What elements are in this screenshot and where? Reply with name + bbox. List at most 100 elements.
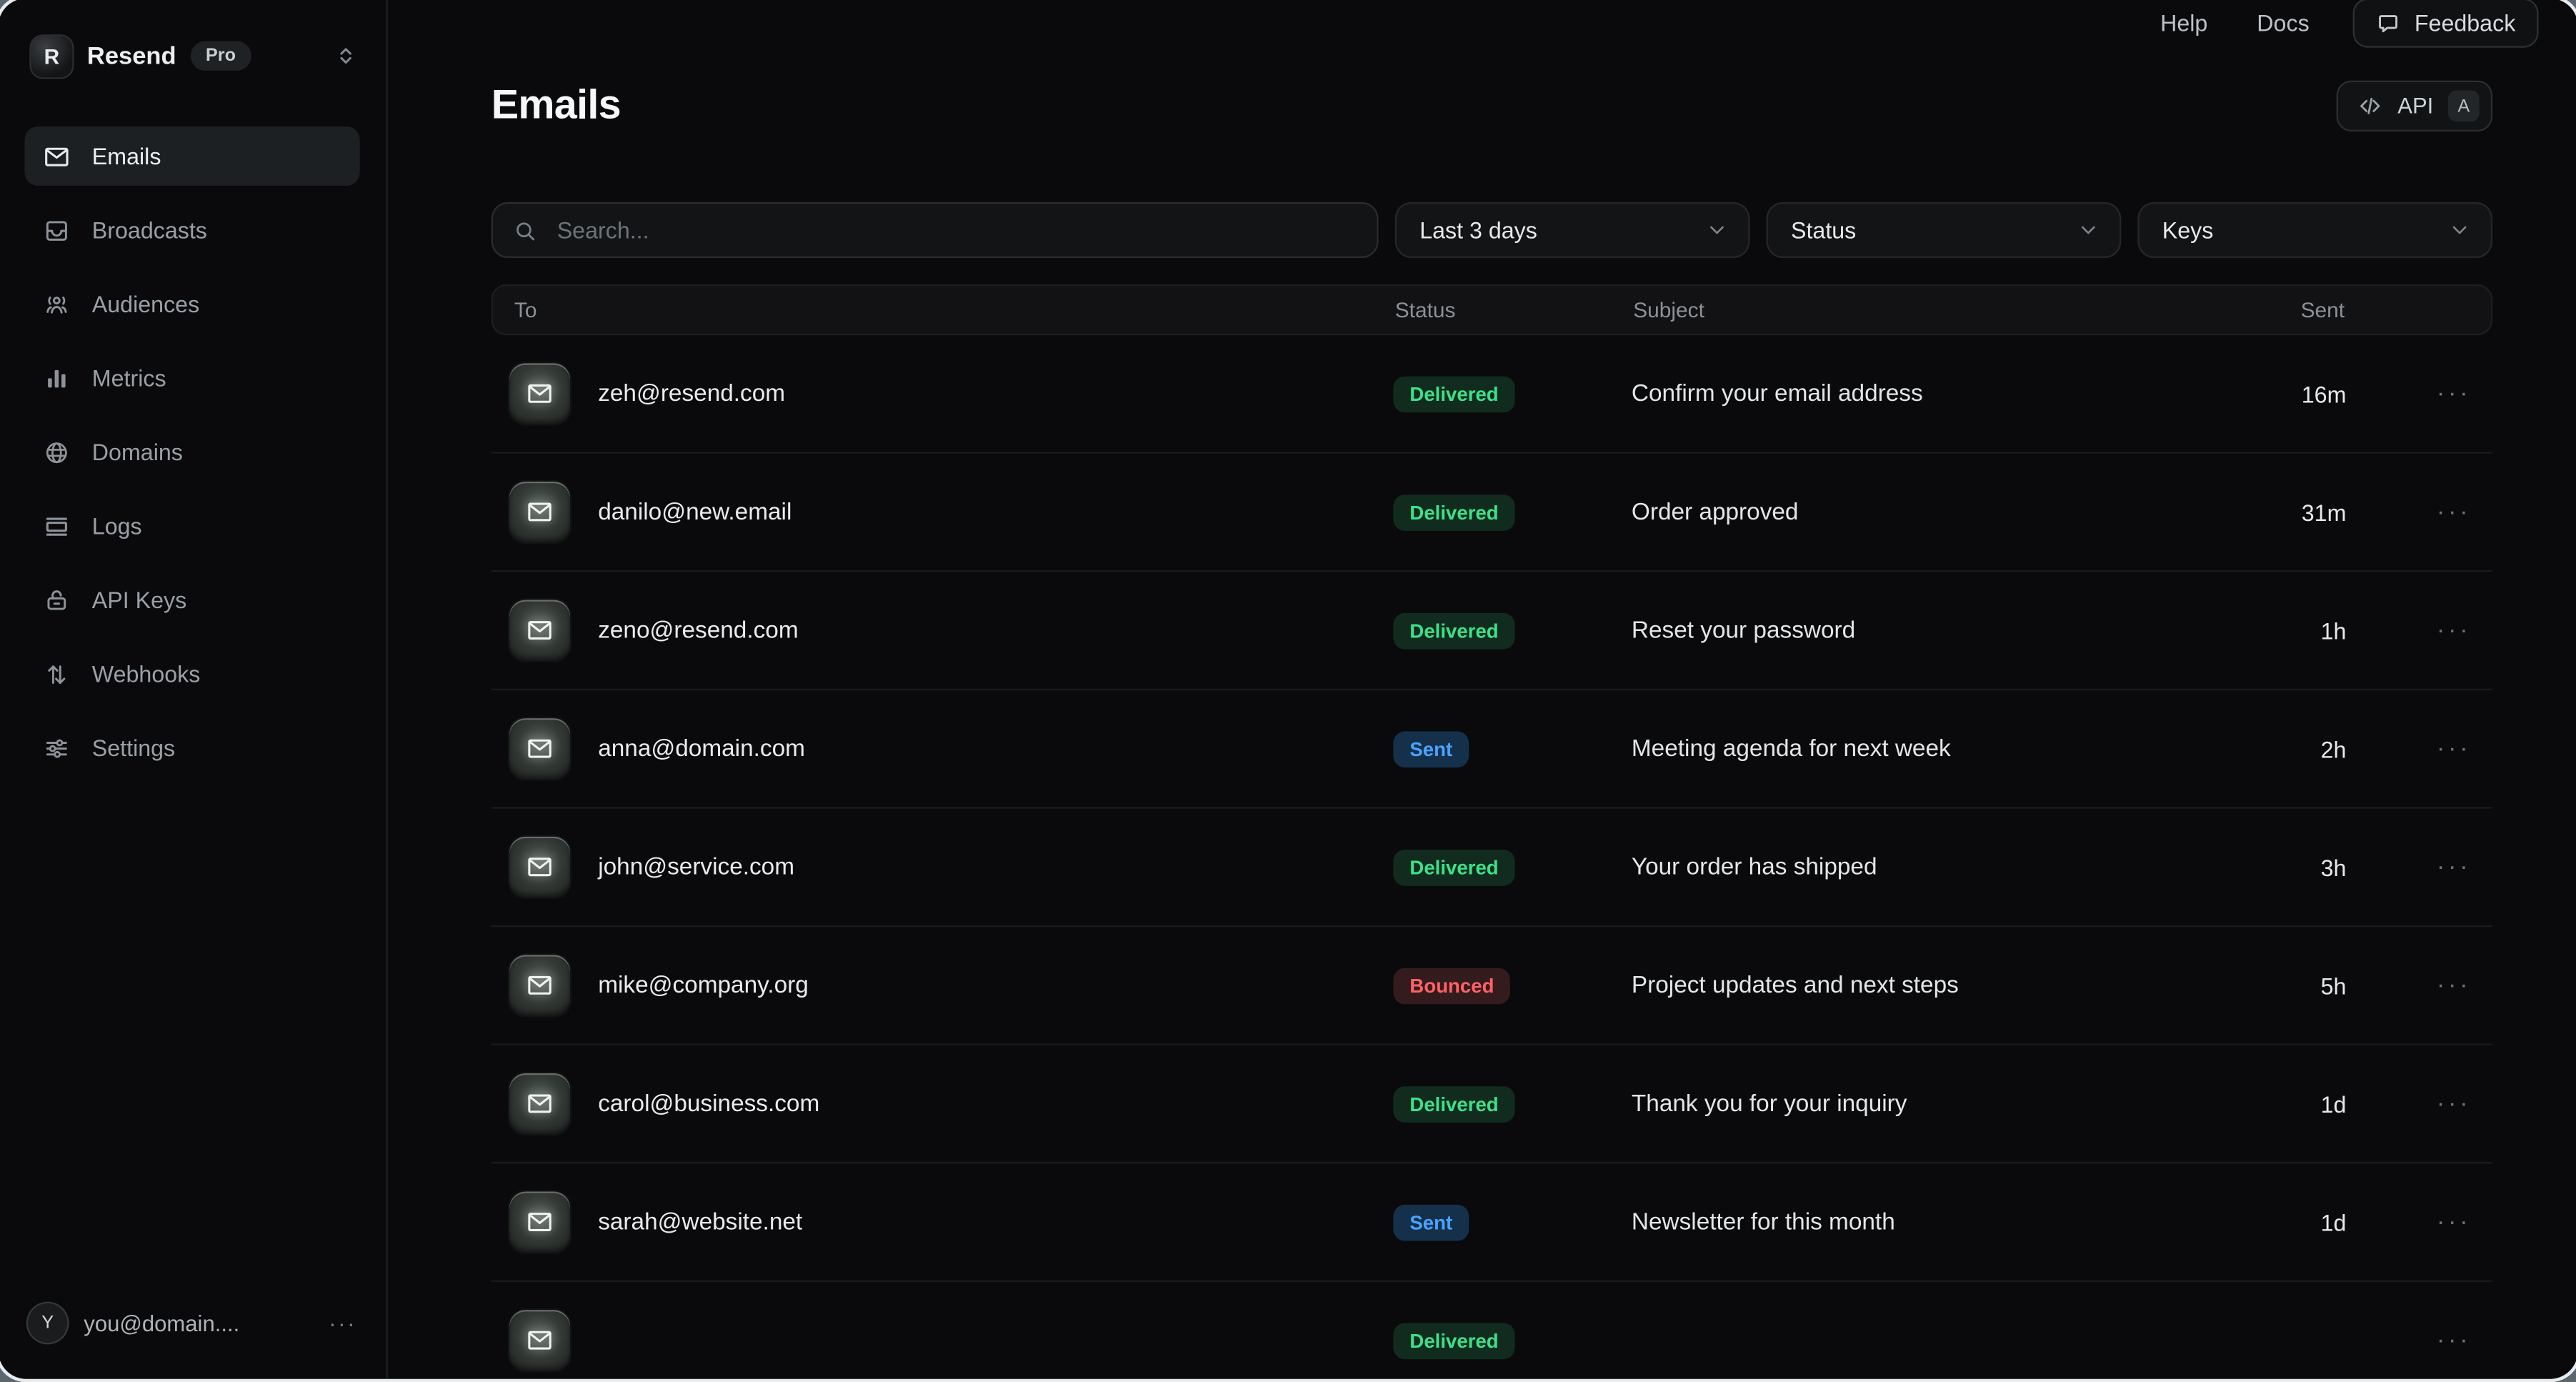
title-row: Emails API A: [491, 81, 2492, 131]
sidebar-item-api-keys[interactable]: API Keys: [25, 570, 360, 630]
email-subject: Your order has shipped: [1632, 854, 2215, 880]
table-row[interactable]: john@service.com Delivered Your order ha…: [491, 807, 2492, 925]
table-row[interactable]: danilo@new.email Delivered Order approve…: [491, 452, 2492, 571]
sidebar-item-label: Domains: [92, 439, 183, 465]
status-badge: Sent: [1393, 1204, 1469, 1241]
row-menu-button[interactable]: ···: [2346, 1090, 2492, 1118]
workspace-switcher[interactable]: R Resend Pro: [25, 31, 360, 81]
feedback-button[interactable]: Feedback: [2352, 0, 2538, 48]
row-menu-button[interactable]: ···: [2346, 617, 2492, 645]
content: Emails API A Last 3 day: [388, 48, 2576, 1382]
feedback-label: Feedback: [2415, 10, 2515, 36]
recipient-email: mike@company.org: [598, 972, 809, 998]
sidebar-item-label: API Keys: [92, 587, 186, 613]
status-badge: Delivered: [1393, 494, 1514, 530]
keys-filter-value: Keys: [2162, 217, 2214, 244]
sidebar-item-settings[interactable]: Settings: [25, 718, 360, 777]
sidebar-item-label: Settings: [92, 735, 175, 761]
screenshot-stage: R Resend Pro Emails Broadcasts Audiences…: [0, 0, 2576, 1377]
app-window: R Resend Pro Emails Broadcasts Audiences…: [0, 0, 2576, 1382]
sidebar-item-emails[interactable]: Emails: [25, 126, 360, 186]
email-icon: [509, 482, 570, 542]
status-badge: Sent: [1393, 730, 1469, 767]
table-row[interactable]: mike@company.org Bounced Project updates…: [491, 925, 2492, 1044]
ellipsis-icon[interactable]: ···: [329, 1310, 356, 1336]
sidebar-item-logs[interactable]: Logs: [25, 497, 360, 556]
row-menu-button[interactable]: ···: [2346, 735, 2492, 762]
sent-time: 31m: [2215, 499, 2346, 525]
sent-time: 2h: [2215, 735, 2346, 762]
row-menu-button[interactable]: ···: [2346, 853, 2492, 881]
emails-icon: [43, 142, 71, 170]
workspace-name: Resend: [87, 42, 176, 70]
column-header-sent: Sent: [2213, 297, 2345, 322]
column-header-status: Status: [1395, 297, 1634, 322]
sidebar-item-metrics[interactable]: Metrics: [25, 349, 360, 408]
shortcut-key-badge: A: [2448, 91, 2480, 122]
recipient-email: sarah@website.net: [598, 1209, 802, 1236]
search-box[interactable]: [491, 202, 1379, 258]
code-icon: [2358, 94, 2383, 119]
search-icon: [513, 218, 538, 243]
audiences-icon: [43, 290, 71, 318]
table-row[interactable]: anna@domain.com Sent Meeting agenda for …: [491, 689, 2492, 807]
help-link[interactable]: Help: [2160, 10, 2207, 36]
sidebar-item-label: Emails: [92, 143, 161, 169]
sent-time: 16m: [2215, 380, 2346, 407]
sidebar-item-label: Webhooks: [92, 661, 201, 687]
sidebar-item-webhooks[interactable]: Webhooks: [25, 645, 360, 704]
plan-badge: Pro: [191, 41, 251, 71]
email-icon: [509, 1073, 570, 1134]
webhooks-icon: [43, 660, 71, 687]
chevron-down-icon: [1705, 219, 1728, 242]
status-badge: Delivered: [1393, 1085, 1514, 1122]
domains-icon: [43, 438, 71, 466]
sent-time: 3h: [2215, 854, 2346, 880]
recipient-email: zeh@resend.com: [598, 380, 785, 407]
recipient-email: anna@domain.com: [598, 735, 805, 762]
row-menu-button[interactable]: ···: [2346, 379, 2492, 407]
row-menu-button[interactable]: ···: [2346, 1208, 2492, 1236]
sidebar-item-domains[interactable]: Domains: [25, 422, 360, 482]
column-header-subject: Subject: [1633, 297, 2213, 322]
keys-filter[interactable]: Keys: [2137, 202, 2492, 258]
sent-time: 1d: [2215, 1209, 2346, 1236]
table-row[interactable]: zeno@resend.com Delivered Reset your pas…: [491, 570, 2492, 689]
status-filter[interactable]: Status: [1767, 202, 2122, 258]
email-icon: [509, 363, 570, 424]
sidebar-item-broadcasts[interactable]: Broadcasts: [25, 201, 360, 260]
sidebar-spacer: [25, 777, 360, 1303]
email-subject: Reset your password: [1632, 617, 2215, 644]
main-area: Help Docs Feedback Emails API A: [388, 0, 2576, 1379]
sidebar-item-label: Metrics: [92, 365, 166, 392]
table-row[interactable]: sarah@website.net Sent Newsletter for th…: [491, 1162, 2492, 1281]
recipient-email: danilo@new.email: [598, 499, 792, 525]
status-badge: Delivered: [1393, 612, 1514, 649]
api-button[interactable]: API A: [2337, 81, 2492, 131]
chevron-down-icon: [2077, 219, 2100, 242]
date-range-value: Last 3 days: [1419, 217, 1537, 244]
topbar: Help Docs Feedback: [388, 0, 2576, 48]
chevrons-up-down-icon[interactable]: [335, 43, 356, 69]
table-row[interactable]: Delivered ···: [491, 1281, 2492, 1382]
status-badge: Delivered: [1393, 1322, 1514, 1358]
user-menu[interactable]: Y you@domain.... ···: [25, 1303, 360, 1343]
search-input[interactable]: [554, 215, 1357, 244]
email-icon: [509, 837, 570, 898]
email-subject: Meeting agenda for next week: [1632, 735, 2215, 762]
filter-row: Last 3 days Status Keys: [491, 202, 2492, 258]
email-icon: [509, 600, 570, 661]
speech-bubble-icon: [2375, 11, 2400, 36]
table-row[interactable]: carol@business.com Delivered Thank you f…: [491, 1044, 2492, 1163]
sidebar-item-audiences[interactable]: Audiences: [25, 274, 360, 334]
docs-link[interactable]: Docs: [2257, 10, 2309, 36]
date-range-filter[interactable]: Last 3 days: [1395, 202, 1750, 258]
table-row[interactable]: zeh@resend.com Delivered Confirm your em…: [491, 335, 2492, 452]
row-menu-button[interactable]: ···: [2346, 971, 2492, 999]
row-menu-button[interactable]: ···: [2346, 498, 2492, 526]
resend-logo-icon: R: [31, 35, 72, 76]
chevron-down-icon: [2448, 219, 2471, 242]
settings-icon: [43, 734, 71, 762]
broadcasts-icon: [43, 216, 71, 244]
row-menu-button[interactable]: ···: [2346, 1326, 2492, 1354]
